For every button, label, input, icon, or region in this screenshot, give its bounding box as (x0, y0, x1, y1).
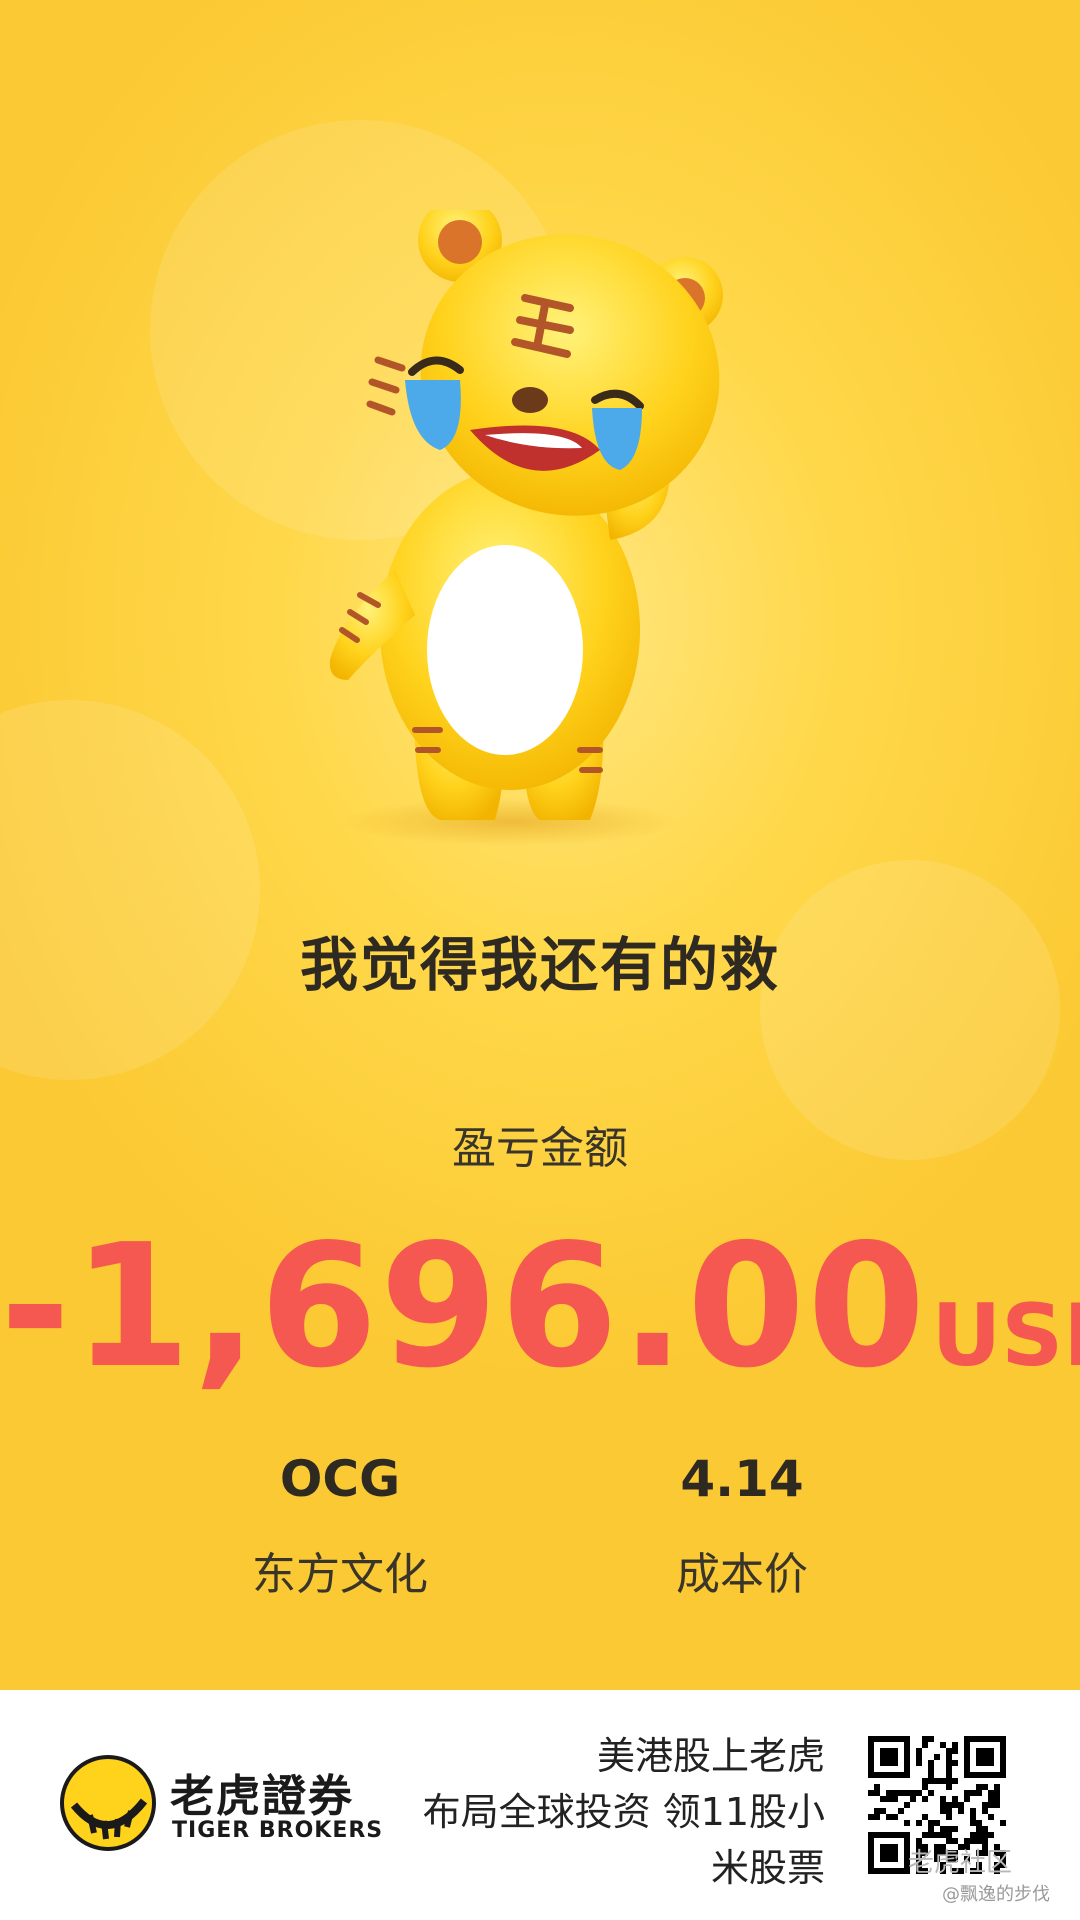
brand-name-cn: 老虎證券 (170, 1771, 354, 1822)
user-watermark: @飘逸的步伐 (942, 1884, 1050, 1905)
brand-name-en: TIGER BROKERS (172, 1818, 384, 1843)
share-card-background: 我觉得我还有的救 盈亏金额 -1,696.00USD OCG 东方文化 4.14… (0, 0, 1080, 1690)
cost-price-value: 4.14 (680, 1450, 804, 1508)
pnl-label: 盈亏金额 (452, 1123, 628, 1174)
slogan-line: 布局全球投资 领11股小 (422, 1790, 825, 1834)
community-watermark: 老虎社区 (908, 1848, 1013, 1878)
background-bubble (0, 700, 260, 1080)
pnl-amount: -1,696.00 (0, 1208, 928, 1406)
pnl-currency: USD (931, 1286, 1080, 1386)
slogan-line: 米股票 (710, 1846, 825, 1890)
stock-name: 东方文化 (252, 1549, 428, 1600)
stock-info: OCG 东方文化 (190, 1450, 490, 1602)
tiger-logo-icon (60, 1755, 156, 1851)
pnl-amount-display: -1,696.00USD (0, 1208, 1080, 1406)
cost-info: 4.14 成本价 (592, 1450, 892, 1602)
crying-tiger-mascot-icon (320, 198, 800, 850)
footer-banner: 老虎證券 TIGER BROKERS 美港股上老虎 布局全球投资 领11股小 米… (0, 1690, 1080, 1920)
stock-ticker: OCG (279, 1450, 401, 1508)
slogan-line: 美港股上老虎 (596, 1734, 825, 1778)
promo-slogan: 美港股上老虎 布局全球投资 领11股小 米股票 (385, 1728, 825, 1896)
headline: 我觉得我还有的救 (299, 931, 780, 999)
cost-price-label: 成本价 (676, 1549, 808, 1600)
